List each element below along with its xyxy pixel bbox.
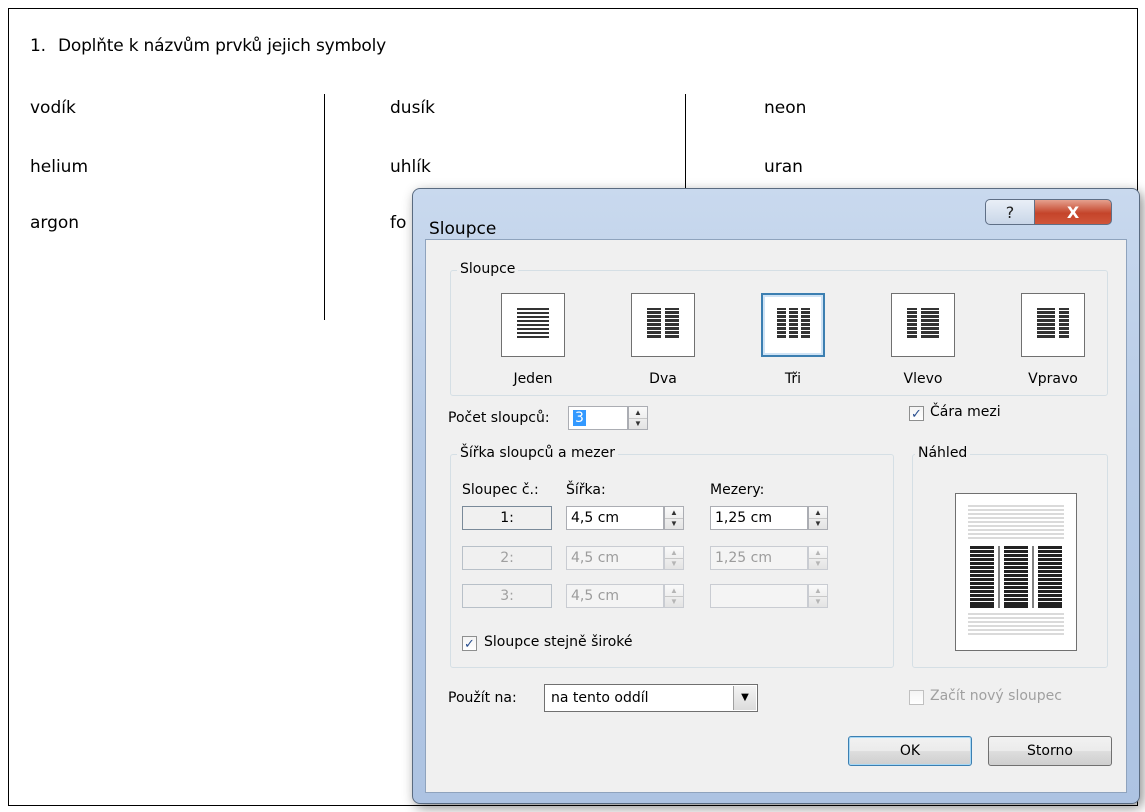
spin-down-icon[interactable]: ▼ <box>809 518 827 529</box>
three-columns-icon <box>777 308 810 338</box>
spin-down-icon: ▼ <box>814 597 822 606</box>
presets-group-label: Sloupce <box>457 261 519 277</box>
help-icon: ? <box>1005 202 1015 222</box>
col-number-header: Sloupec č.: <box>462 482 539 498</box>
row-3-spacing-input <box>710 584 808 608</box>
check-icon: ✓ <box>464 636 475 651</box>
preview-group: Náhled <box>912 445 1108 668</box>
row-3-col-number: 3: <box>462 584 552 608</box>
preset-two-label[interactable]: Dva <box>623 371 703 387</box>
apply-to-label: Použít na: <box>448 690 517 706</box>
row-2-spacing-input: 1,25 cm <box>710 546 808 570</box>
column-count-label: Počet sloupců: <box>448 410 550 426</box>
word-argon: argon <box>30 213 80 233</box>
row-2-width-input: 4,5 cm <box>566 546 664 570</box>
word-uhlik: uhlík <box>390 157 431 177</box>
preset-one-label[interactable]: Jeden <box>493 371 573 387</box>
width-header: Šířka: <box>566 482 606 498</box>
word-vodik: vodík <box>30 98 76 118</box>
equal-width-checkbox[interactable]: ✓ <box>462 636 477 651</box>
column-separator-2 <box>685 94 686 198</box>
row-1-spacing-spinner[interactable]: ▲ ▼ <box>808 506 828 530</box>
exercise-heading: 1. Doplňte k názvům prvků jejich symboly <box>30 36 386 56</box>
right-column-icon <box>1037 308 1069 338</box>
row-1-col-number: 1: <box>462 506 552 530</box>
ok-button[interactable]: OK <box>848 736 972 766</box>
new-column-label: Začít nový sloupec <box>930 688 1062 704</box>
spin-down-icon: ▼ <box>670 559 678 568</box>
new-column-checkbox <box>909 690 924 705</box>
word-dusik: dusík <box>390 98 435 118</box>
preset-right[interactable] <box>1021 293 1085 357</box>
row-3-width-spinner: ▲ ▼ <box>664 584 684 608</box>
preset-left[interactable] <box>891 293 955 357</box>
row-3-spacing-spinner: ▲ ▼ <box>808 584 828 608</box>
preset-two[interactable] <box>631 293 695 357</box>
row-1-spacing-input[interactable]: 1,25 cm <box>710 506 808 530</box>
spin-down-icon[interactable]: ▼ <box>629 418 647 429</box>
word-helium: helium <box>30 157 89 177</box>
spin-down-icon: ▼ <box>814 559 822 568</box>
dropdown-arrow-icon[interactable]: ▼ <box>733 686 756 710</box>
row-1-width-input[interactable]: 4,5 cm <box>566 506 664 530</box>
apply-to-value: na tento oddíl <box>551 690 649 706</box>
preset-three-label[interactable]: Tři <box>753 371 833 387</box>
spin-down-icon[interactable]: ▼ <box>665 518 683 529</box>
spin-down-icon: ▼ <box>670 597 678 606</box>
row-2-width-spinner: ▲ ▼ <box>664 546 684 570</box>
preset-one[interactable] <box>501 293 565 357</box>
two-columns-icon <box>647 308 679 338</box>
row-3-width-input: 4,5 cm <box>566 584 664 608</box>
preview-page <box>955 493 1077 651</box>
line-between-checkbox[interactable]: ✓ <box>909 406 924 421</box>
line-between-label[interactable]: Čára mezi <box>930 404 1001 420</box>
one-column-icon <box>517 308 549 338</box>
width-spacing-group-label: Šířka sloupců a mezer <box>457 445 618 461</box>
help-button[interactable]: ? <box>985 199 1035 225</box>
check-icon: ✓ <box>911 406 922 421</box>
preview-group-label: Náhled <box>915 445 971 461</box>
preset-right-label[interactable]: Vpravo <box>1013 371 1093 387</box>
row-2-spacing-spinner: ▲ ▼ <box>808 546 828 570</box>
preset-left-label[interactable]: Vlevo <box>883 371 963 387</box>
row-1-width-spinner[interactable]: ▲ ▼ <box>664 506 684 530</box>
word-uran: uran <box>764 157 803 177</box>
preview-thumbnail <box>968 505 1064 635</box>
spacing-header: Mezery: <box>710 482 765 498</box>
column-count-value: 3 <box>573 410 586 426</box>
dialog-client-area: Sloupce Jeden Dva Tři Vlevo Vpravo Počet… <box>425 239 1127 793</box>
heading-number: 1. <box>30 36 46 56</box>
word-fo: fo <box>390 213 407 233</box>
row-2-col-number: 2: <box>462 546 552 570</box>
dialog-title: Sloupce <box>429 219 497 239</box>
column-count-spinner[interactable]: ▲ ▼ <box>628 406 648 430</box>
close-button[interactable]: X <box>1034 199 1112 225</box>
preset-three[interactable] <box>761 293 825 357</box>
close-icon: X <box>1066 202 1080 222</box>
left-column-icon <box>907 308 939 338</box>
word-neon: neon <box>764 98 807 118</box>
columns-dialog: Sloupce ? X Sloupce Jeden Dva Tři Vlevo … <box>412 188 1140 804</box>
heading-text: Doplňte k názvům prvků jejich symboly <box>58 36 387 56</box>
cancel-button[interactable]: Storno <box>988 736 1112 766</box>
apply-to-select[interactable]: na tento oddíl ▼ <box>544 684 758 712</box>
column-separator-1 <box>324 94 325 320</box>
column-count-input[interactable]: 3 <box>568 406 628 430</box>
equal-width-label[interactable]: Sloupce stejně široké <box>484 634 633 650</box>
